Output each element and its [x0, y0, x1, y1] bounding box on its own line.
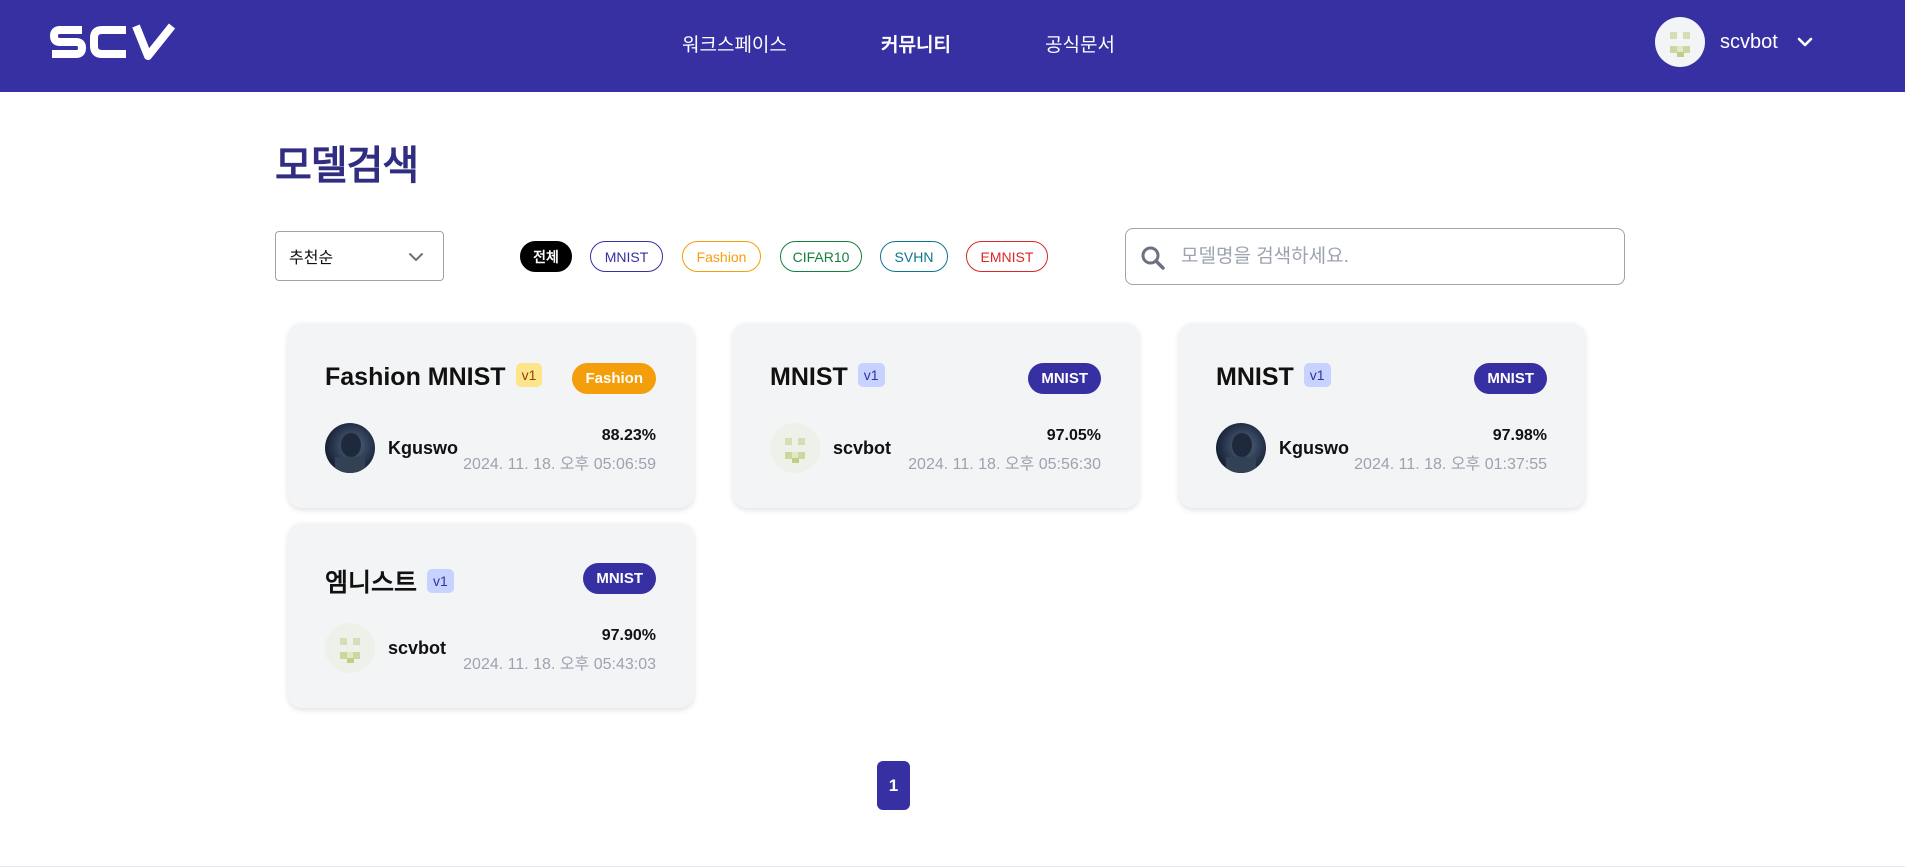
scv-logo[interactable]	[48, 22, 176, 62]
author-name: Kguswo	[1279, 437, 1349, 458]
chevron-down-icon[interactable]	[1796, 33, 1814, 51]
sort-selected-label: 추천순	[289, 250, 334, 267]
avatar	[325, 623, 375, 673]
avatar	[325, 423, 375, 473]
chevron-down-icon	[409, 253, 423, 261]
filter-cifar10[interactable]: CIFAR10	[780, 241, 862, 272]
author-name: Kguswo	[388, 437, 458, 458]
model-title: Fashion MNIST v1	[325, 363, 543, 392]
user-menu[interactable]: scvbot	[1655, 17, 1814, 67]
user-avatar	[1655, 17, 1705, 67]
filter-emnist[interactable]: EMNIST	[966, 241, 1048, 272]
model-title: MNIST v1	[770, 363, 885, 392]
filter-fashion[interactable]: Fashion	[682, 241, 761, 272]
search-box[interactable]	[1125, 228, 1625, 285]
author-name: scvbot	[833, 437, 892, 458]
model-name: MNIST	[1216, 363, 1294, 391]
timestamp: 2024. 11. 18. 오후 05:06:59	[463, 456, 656, 473]
search-icon	[1141, 246, 1165, 270]
accuracy: 97.90%	[601, 627, 656, 644]
top-navbar: 워크스페이스 커뮤니티 공식문서 scvbot	[0, 0, 1905, 92]
filter-mnist[interactable]: MNIST	[590, 241, 663, 272]
search-input[interactable]	[1181, 229, 1611, 284]
accuracy: 97.98%	[1492, 427, 1547, 444]
filter-svhn[interactable]: SVHN	[880, 241, 948, 272]
model-name: Fashion MNIST	[325, 363, 506, 391]
page-button-current[interactable]: 1	[877, 761, 910, 810]
filter-all[interactable]: 전체	[520, 241, 572, 272]
sort-select[interactable]: 추천순	[275, 231, 444, 281]
version-badge: v1	[515, 363, 543, 388]
accuracy: 88.23%	[601, 427, 656, 444]
footer-divider	[0, 866, 1905, 867]
version-badge: v1	[857, 363, 885, 388]
model-card[interactable]: MNIST v1 MNIST scvbot 97.05% 2024. 11. 18…	[733, 323, 1139, 508]
model-card[interactable]: MNIST v1 MNIST Kguswo 97.98% 2024. 11. 18…	[1179, 323, 1585, 508]
dataset-tag: MNIST	[1028, 363, 1101, 394]
model-name: 엠니스트	[325, 569, 418, 597]
page-title: 모델검색	[275, 144, 419, 188]
nav-docs[interactable]: 공식문서	[1045, 30, 1115, 57]
version-badge: v1	[427, 569, 454, 594]
accuracy: 97.05%	[1046, 427, 1101, 444]
dataset-tag: MNIST	[1474, 363, 1547, 394]
dataset-tag: MNIST	[583, 563, 656, 594]
timestamp: 2024. 11. 18. 오후 01:37:55	[1354, 456, 1547, 473]
model-title: 엠니스트 v1	[325, 563, 454, 599]
avatar	[770, 423, 820, 473]
user-name: scvbot	[1720, 30, 1778, 53]
author-name: scvbot	[388, 637, 447, 658]
avatar	[1216, 423, 1266, 473]
model-card[interactable]: 엠니스트 v1 MNIST scvbot 97.90% 2024. 11. 18.…	[288, 523, 694, 708]
dataset-tag: Fashion	[572, 363, 656, 394]
timestamp: 2024. 11. 18. 오후 05:43:03	[463, 656, 656, 673]
nav-workspace[interactable]: 워크스페이스	[682, 30, 787, 57]
model-card[interactable]: Fashion MNIST v1 Fashion Kguswo 88.23% 20…	[288, 323, 694, 508]
model-name: MNIST	[770, 363, 848, 391]
timestamp: 2024. 11. 18. 오후 05:56:30	[908, 456, 1101, 473]
nav-community[interactable]: 커뮤니티	[881, 30, 951, 57]
version-badge: v1	[1303, 363, 1331, 388]
model-title: MNIST v1	[1216, 363, 1331, 392]
